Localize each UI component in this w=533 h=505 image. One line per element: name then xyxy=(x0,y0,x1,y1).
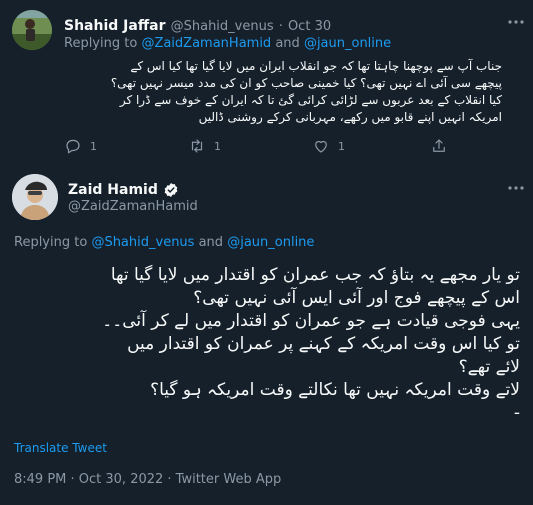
tweet-body: جناب آپ سے پوچھنا چاہتا تھا کہ جو انقلاب… xyxy=(64,58,502,126)
avatar-photo-icon xyxy=(12,10,52,50)
verified-badge-icon xyxy=(164,182,178,197)
and-text: and xyxy=(275,36,300,51)
mention-link[interactable]: @jaun_online xyxy=(227,235,314,250)
like-action[interactable]: 1 xyxy=(312,137,345,155)
like-icon xyxy=(315,140,327,153)
reply-count: 1 xyxy=(90,139,97,153)
reply-action[interactable]: 1 xyxy=(64,137,97,155)
more-dots-icon xyxy=(508,20,524,24)
body-line: کیا انقلاب کے بعد عربوں سے لڑائی کرائی گ… xyxy=(119,93,502,107)
body-line: امریکہ انہیں اپنے قابو میں رکھے، مہربانی… xyxy=(198,110,502,124)
replying-prefix: Replying to xyxy=(14,235,88,250)
tweet-date[interactable]: Oct 30 xyxy=(288,19,331,34)
body-line: پیچھے سی آئی اے نہیں تھی؟ کیا خمینی صاحب… xyxy=(110,76,502,90)
retweet-action[interactable]: 1 xyxy=(188,137,221,155)
more-button[interactable] xyxy=(506,180,526,194)
avatar-photo-icon xyxy=(12,174,58,220)
retweet-icon xyxy=(191,139,203,153)
translate-tweet-link[interactable]: Translate Tweet xyxy=(14,441,107,455)
author-handle[interactable]: @ZaidZamanHamid xyxy=(68,199,198,214)
mention-link[interactable]: @Shahid_venus xyxy=(91,235,194,250)
author-name[interactable]: Shahid Jaffar xyxy=(64,18,166,34)
body-line: جناب آپ سے پوچھنا چاہتا تھا کہ جو انقلاب… xyxy=(130,59,502,73)
body-line: تو یار مجھے یہ بتاؤ کہ جب عمران کو اقتدا… xyxy=(110,265,520,285)
more-button[interactable] xyxy=(506,14,526,28)
body-line: - xyxy=(513,403,520,423)
replying-prefix: Replying to xyxy=(64,36,138,51)
main-tweet: Zaid Hamid @ZaidZamanHamid Replying to @… xyxy=(0,168,533,505)
replying-to: Replying to @Shahid_venus and @jaun_onli… xyxy=(14,235,314,250)
more-dots-icon xyxy=(508,186,524,190)
and-text: and xyxy=(198,235,224,250)
mention-link[interactable]: @ZaidZamanHamid xyxy=(141,36,271,51)
avatar[interactable] xyxy=(12,174,58,220)
tweet-timestamp[interactable]: 8:49 PM · Oct 30, 2022 · Twitter Web App xyxy=(14,472,281,487)
replying-to: Replying to @ZaidZamanHamid and @jaun_on… xyxy=(64,36,391,51)
reply-icon xyxy=(66,139,80,154)
body-line: لاتے وقت امریکہ نہیں تھا نکالتے وقت امری… xyxy=(150,380,520,400)
share-icon xyxy=(433,139,445,152)
body-line: لائے تھے؟ xyxy=(458,357,520,377)
body-line: تو کیا اس وقت امریکہ کے کہنے پر عمران کو… xyxy=(127,334,520,354)
avatar[interactable] xyxy=(12,10,52,50)
separator: · xyxy=(278,19,283,34)
author-name[interactable]: Zaid Hamid xyxy=(68,182,158,198)
tweet-body: تو یار مجھے یہ بتاؤ کہ جب عمران کو اقتدا… xyxy=(14,264,520,425)
mention-link[interactable]: @jaun_online xyxy=(304,36,391,51)
like-count: 1 xyxy=(338,139,345,153)
body-line: یہی فوجی قیادت ہے جو عمران کو اقتدار میں… xyxy=(102,311,520,331)
share-action[interactable] xyxy=(430,137,448,155)
body-line: اس کے پیچھے فوج اور آئی ایس آئی نہیں تھی… xyxy=(193,288,520,308)
reply-tweet[interactable]: Shahid Jaffar @Shahid_venus · Oct 30 Rep… xyxy=(0,0,533,168)
author-handle[interactable]: @Shahid_venus xyxy=(171,19,274,34)
retweet-count: 1 xyxy=(214,139,221,153)
